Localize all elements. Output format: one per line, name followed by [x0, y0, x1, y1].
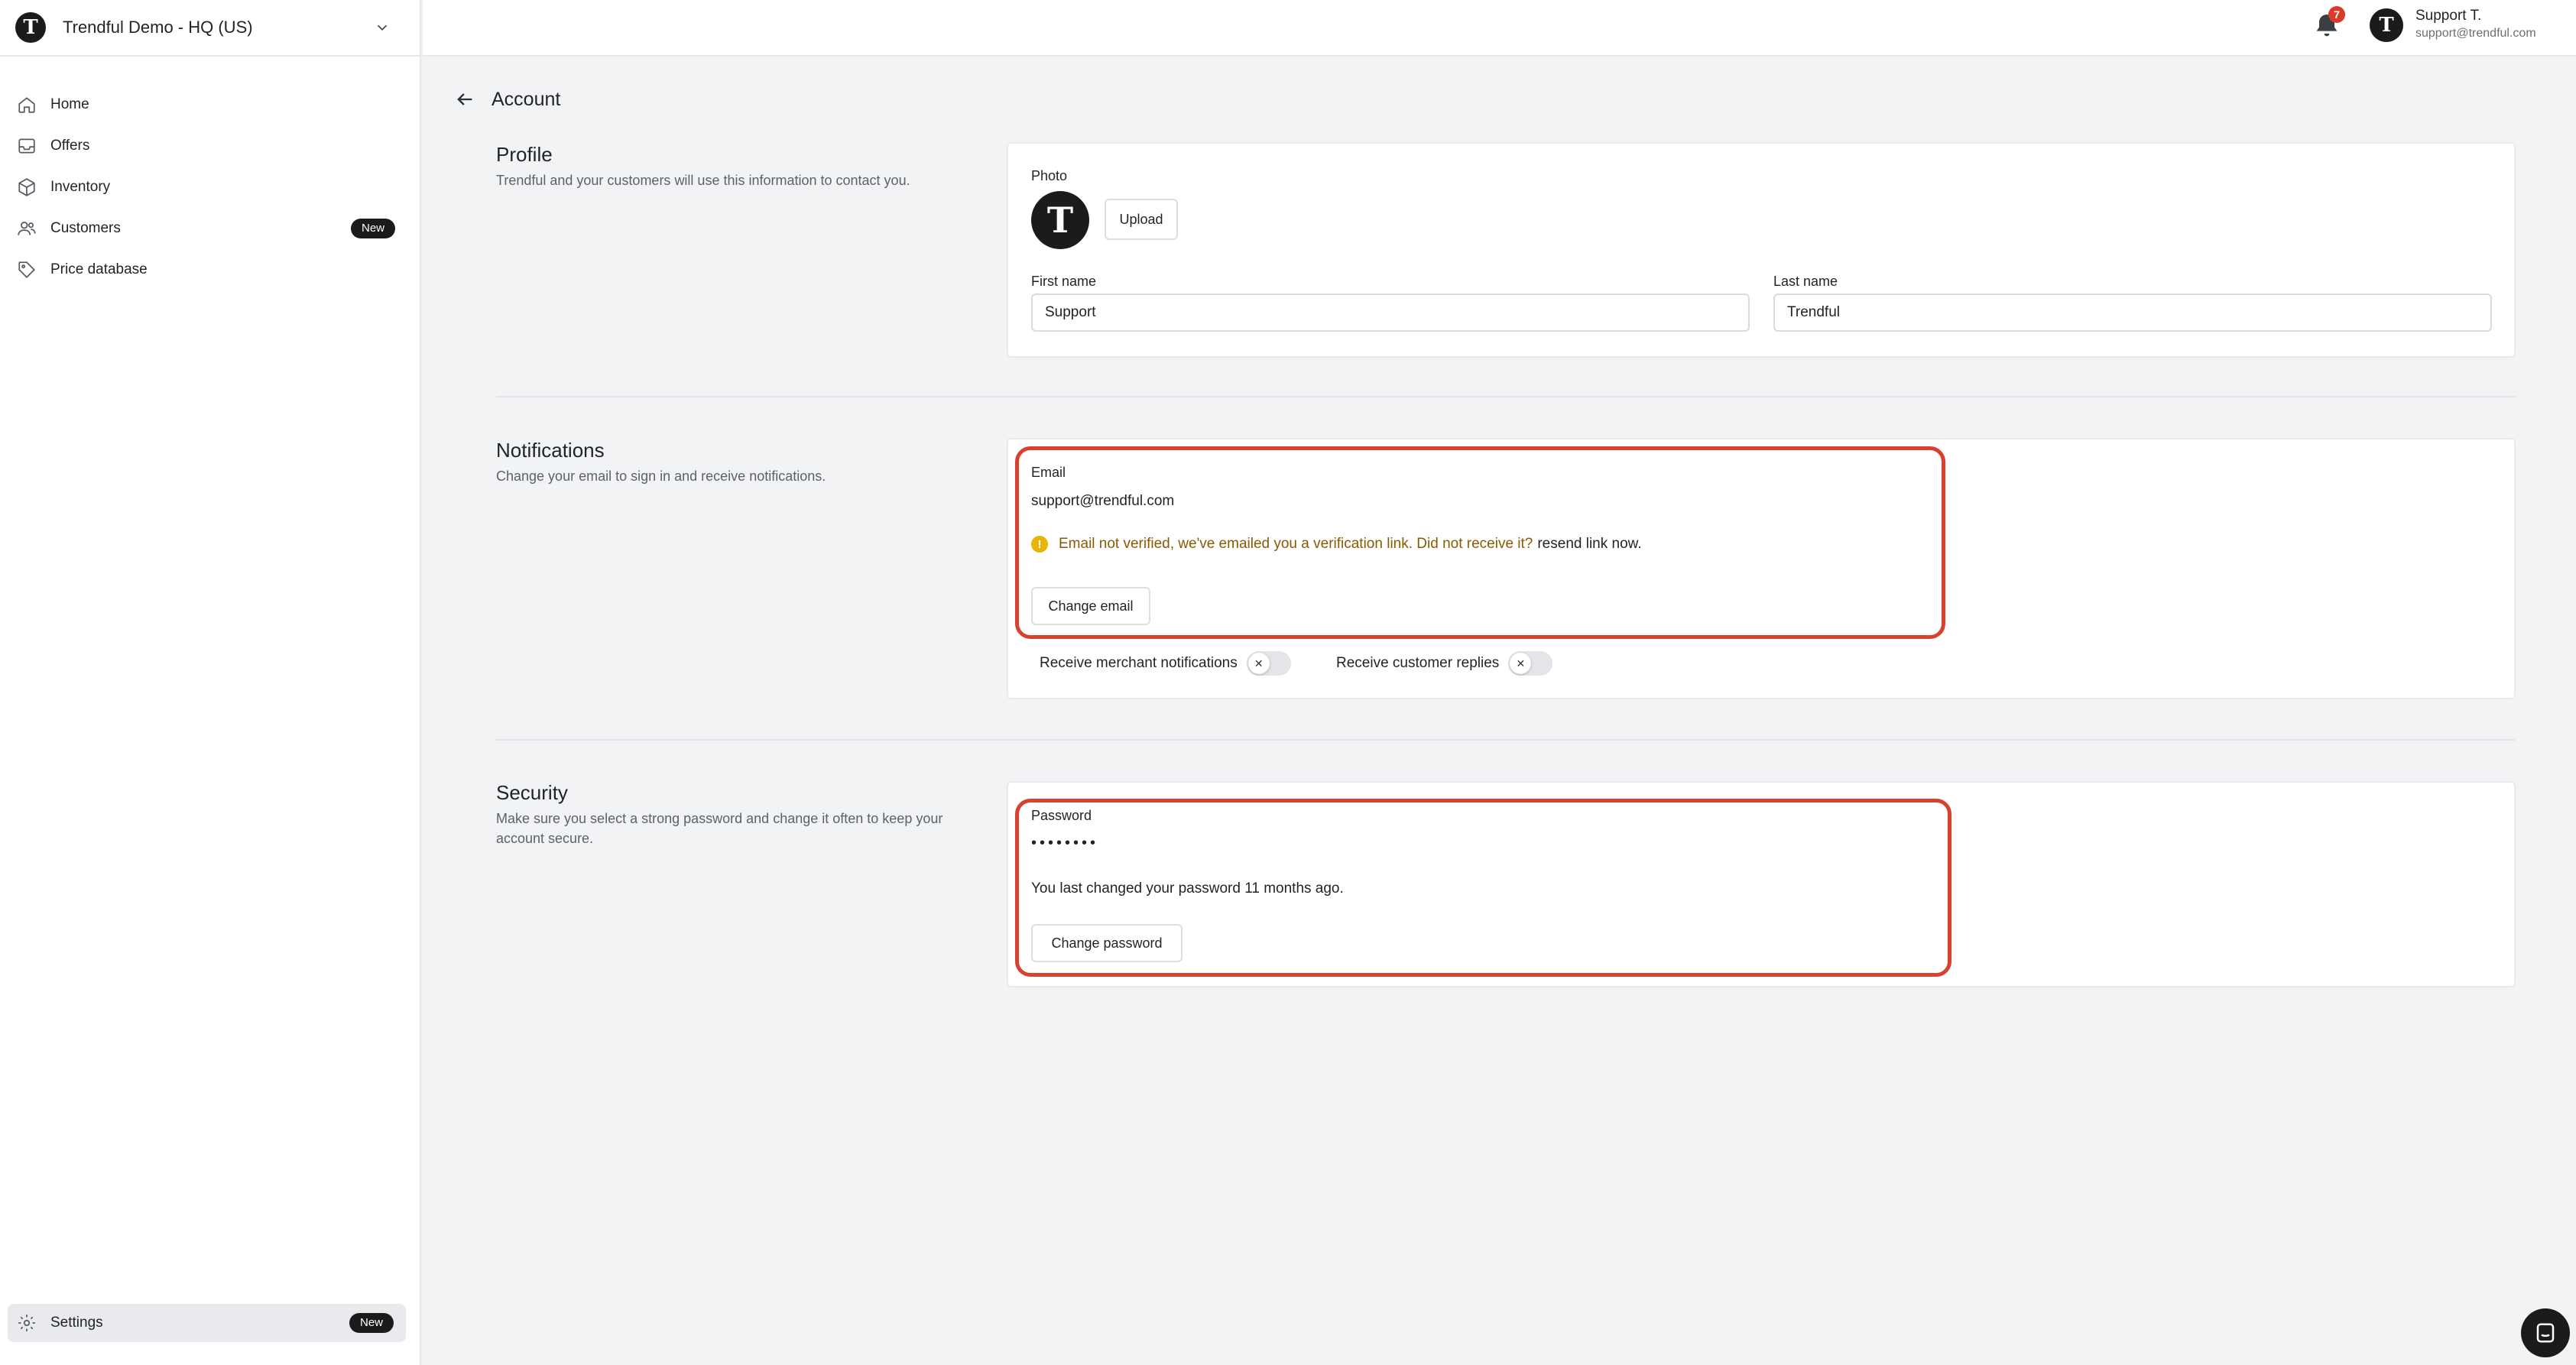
sidebar-item-home[interactable]: Home: [0, 84, 421, 125]
customer-replies-label: Receive customer replies: [1336, 655, 1500, 671]
resend-link[interactable]: resend link now.: [1537, 536, 1641, 553]
users-icon: [15, 217, 38, 240]
section-divider: [496, 396, 2516, 397]
warning-icon: !: [1031, 536, 1048, 553]
back-arrow-icon[interactable]: [454, 89, 475, 110]
password-label: Password: [1031, 808, 1092, 823]
email-label: Email: [1031, 465, 1066, 480]
chevron-down-icon: [377, 24, 388, 31]
password-last-changed: You last changed your password 11 months…: [1031, 880, 1344, 896]
new-badge: New: [350, 219, 395, 238]
photo-label: Photo: [1031, 168, 1068, 183]
password-mask: ••••••••: [1031, 835, 1099, 851]
merchant-notifications-label: Receive merchant notifications: [1040, 655, 1238, 671]
email-verification-warning: ! Email not verified, we've emailed you …: [1031, 536, 1642, 553]
workspace-switcher[interactable]: T Trendful Demo - HQ (US): [0, 0, 421, 57]
workspace-name: Trendful Demo - HQ (US): [63, 18, 253, 37]
profile-section-title: Profile: [496, 143, 553, 166]
close-icon: ✕: [1247, 653, 1270, 674]
avatar[interactable]: T: [2370, 8, 2403, 42]
warning-text: Email not verified, we've emailed you a …: [1059, 536, 1533, 552]
email-value: support@trendful.com: [1031, 493, 1175, 509]
home-icon: [15, 93, 38, 116]
security-section-description: Make sure you select a strong password a…: [496, 811, 943, 846]
profile-section-description: Trendful and your customers will use thi…: [496, 173, 910, 188]
upload-button[interactable]: Upload: [1105, 199, 1178, 240]
first-name-label: First name: [1031, 274, 1097, 289]
change-password-button[interactable]: Change password: [1031, 924, 1183, 962]
sidebar-item-label: Customers: [50, 220, 121, 236]
section-divider: [496, 739, 2516, 741]
first-name-field[interactable]: Support: [1031, 293, 1750, 332]
close-icon: ✕: [1510, 653, 1532, 674]
sidebar-item-label: Home: [50, 96, 89, 112]
inbox-icon: [15, 135, 38, 157]
notification-count-badge: 7: [2328, 6, 2345, 23]
box-icon: [15, 176, 38, 199]
last-name-field[interactable]: Trendful: [1773, 293, 2492, 332]
sidebar-item-label: Inventory: [50, 179, 111, 195]
gear-icon: [15, 1312, 38, 1334]
page-title: Account: [492, 89, 561, 110]
notifications-section-title: Notifications: [496, 439, 605, 462]
last-name-label: Last name: [1773, 274, 1838, 289]
customer-replies-toggle-row: Receive customer replies ✕: [1336, 651, 1553, 676]
security-section-title: Security: [496, 781, 568, 804]
sidebar-item-label: Offers: [50, 138, 90, 154]
tag-icon: [15, 258, 38, 281]
merchant-notifications-toggle[interactable]: ✕: [1246, 651, 1291, 676]
sidebar-item-label: Price database: [50, 261, 148, 277]
sidebar: T Trendful Demo - HQ (US) Home Offers In…: [0, 0, 421, 1365]
sidebar-item-price-database[interactable]: Price database: [0, 249, 421, 290]
user-name[interactable]: Support T.: [2415, 8, 2481, 24]
sidebar-nav: Home Offers Inventory Customers New Pric…: [0, 84, 421, 290]
top-bar: [423, 0, 2576, 57]
sidebar-item-inventory[interactable]: Inventory: [0, 167, 421, 208]
change-email-button[interactable]: Change email: [1031, 587, 1150, 625]
workspace-logo: T: [15, 12, 46, 43]
sidebar-item-offers[interactable]: Offers: [0, 125, 421, 167]
sidebar-item-settings[interactable]: Settings New: [8, 1304, 406, 1342]
customer-replies-toggle[interactable]: ✕: [1508, 651, 1553, 676]
sidebar-item-customers[interactable]: Customers New: [0, 208, 421, 249]
chat-launcher-button[interactable]: [2521, 1308, 2570, 1357]
notifications-section-description: Change your email to sign in and receive…: [496, 469, 826, 484]
sidebar-item-label: Settings: [50, 1315, 103, 1331]
new-badge: New: [349, 1313, 394, 1333]
merchant-notifications-toggle-row: Receive merchant notifications ✕: [1040, 651, 1291, 676]
profile-photo: T: [1031, 191, 1089, 249]
user-email: support@trendful.com: [2415, 27, 2536, 40]
chat-icon: [2536, 1323, 2555, 1343]
